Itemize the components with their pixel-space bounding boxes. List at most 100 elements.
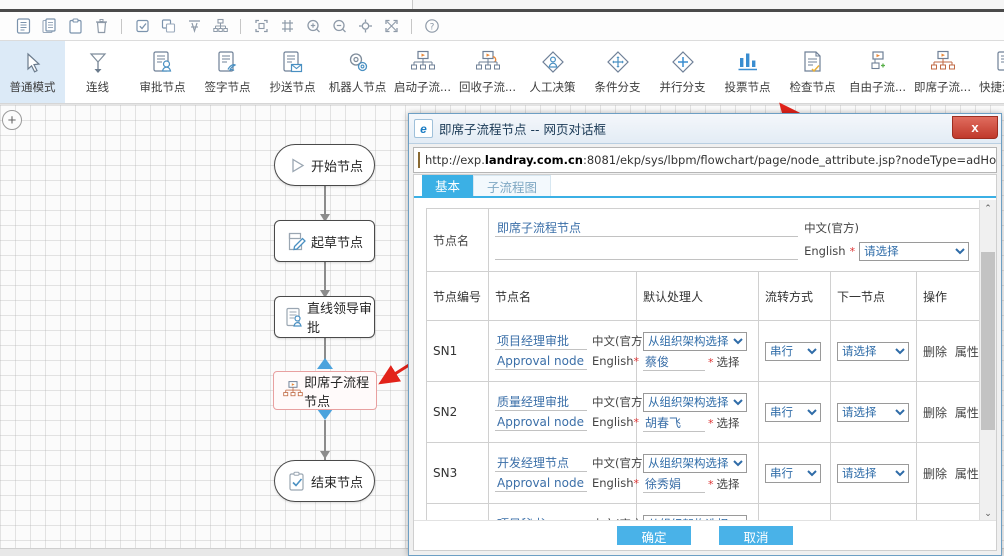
row-name-zh-input[interactable] bbox=[495, 455, 587, 472]
zoom-out-icon[interactable] bbox=[326, 14, 352, 38]
node-name-zh-label: 中文(官方) bbox=[804, 221, 859, 235]
flow-node-leader[interactable]: 直线领导审批 bbox=[274, 296, 375, 338]
ribbon-item-manual-decision[interactable]: 人工决策 bbox=[520, 41, 585, 103]
tab-subflow-diagram[interactable]: 子流程图 bbox=[473, 175, 551, 196]
select-frame-icon[interactable] bbox=[248, 14, 274, 38]
row-delete-button[interactable]: 删除 bbox=[923, 467, 947, 481]
node-name-fields-cell: 中文(官方) English * bbox=[489, 209, 980, 272]
row-handler-source-select[interactable]: 从组织架构选择 bbox=[643, 454, 747, 473]
delete-trash-icon[interactable] bbox=[88, 14, 114, 38]
ribbon-item-label: 快捷添加... bbox=[979, 81, 1004, 94]
row-next-select[interactable]: 请选择 bbox=[837, 464, 909, 483]
row-mode-select[interactable]: 串行 bbox=[765, 403, 821, 422]
cell-node-name: 中文(官方) English * bbox=[489, 382, 637, 443]
cancel-button[interactable]: 取消 bbox=[719, 526, 793, 545]
flow-node-end[interactable]: 结束节点 bbox=[274, 460, 375, 502]
flow-node-adhoc-subflow[interactable]: 即席子流程节点 bbox=[273, 371, 377, 410]
dialog-title-bar[interactable]: e 即席子流程节点 -- 网页对话框 x bbox=[409, 114, 1001, 144]
row-choose-link[interactable]: 选择 bbox=[717, 354, 740, 370]
node-name-language-select[interactable]: 请选择 bbox=[859, 242, 969, 261]
ribbon-item-label: 投票节点 bbox=[725, 81, 771, 94]
cell-mode: 串行 bbox=[759, 321, 831, 382]
node-name-en-input[interactable] bbox=[495, 243, 798, 260]
row-name-en-input[interactable] bbox=[495, 414, 587, 431]
tab-strip-right bbox=[413, 0, 1004, 9]
dialog-tabs: 基本 子流程图 bbox=[414, 175, 996, 198]
table-row: SN2 中文(官方) English * bbox=[427, 382, 980, 443]
row-choose-link[interactable]: 选择 bbox=[717, 415, 740, 431]
address-bar[interactable]: http://exp.landray.com.cn:8081/ekp/sys/l… bbox=[413, 147, 997, 173]
app-root: ? 普通模式 连线 审批节点 bbox=[0, 0, 1004, 556]
dialog-vertical-scrollbar[interactable]: ⌃ ⌄ bbox=[979, 200, 996, 521]
row-name-en-input[interactable] bbox=[495, 353, 587, 370]
ribbon-item-vote-node[interactable]: 投票节点 bbox=[715, 41, 780, 103]
zoom-in-icon[interactable] bbox=[300, 14, 326, 38]
ok-button[interactable]: 确定 bbox=[617, 526, 691, 545]
group-shape-icon[interactable] bbox=[155, 14, 181, 38]
ribbon-item-recycle-subflow[interactable]: 回收子流... bbox=[455, 41, 520, 103]
node-name-zh-input[interactable] bbox=[495, 220, 798, 237]
row-delete-button[interactable]: 删除 bbox=[923, 345, 947, 359]
help-icon[interactable]: ? bbox=[419, 14, 445, 38]
add-node-button[interactable] bbox=[2, 110, 22, 130]
row-handler-person-input[interactable] bbox=[643, 476, 705, 493]
row-mode-select[interactable]: 串行 bbox=[765, 464, 821, 483]
ribbon-item-approval-node[interactable]: 审批节点 bbox=[130, 41, 195, 103]
ribbon-item-start-subflow[interactable]: 启动子流... bbox=[390, 41, 455, 103]
ribbon-item-normal-mode[interactable]: 普通模式 bbox=[0, 41, 65, 103]
row-delete-button[interactable]: 删除 bbox=[923, 406, 947, 420]
tab-basic[interactable]: 基本 bbox=[422, 175, 473, 196]
copy-page-icon[interactable] bbox=[36, 14, 62, 38]
row-next-select[interactable]: 请选择 bbox=[837, 403, 909, 422]
node-name-en-field-wrap bbox=[495, 243, 794, 260]
cell-sn: SN3 bbox=[427, 443, 489, 504]
grid-snap-icon[interactable] bbox=[274, 14, 300, 38]
row-sn-text: SN2 bbox=[433, 405, 457, 419]
condition-branch-icon bbox=[605, 48, 631, 78]
ribbon-item-quick-add[interactable]: 快捷添加... bbox=[975, 41, 1004, 103]
flow-node-start[interactable]: 开始节点 bbox=[274, 144, 375, 186]
row-next-select[interactable]: 请选择 bbox=[837, 342, 909, 361]
row-handler-person-input[interactable] bbox=[643, 354, 705, 371]
ribbon-item-sign-node[interactable]: 签字节点 bbox=[195, 41, 260, 103]
row-mode-select[interactable]: 串行 bbox=[765, 342, 821, 361]
node-name-en-label: English bbox=[804, 244, 846, 258]
ribbon-item-adhoc-subflow[interactable]: 即席子流... bbox=[910, 41, 975, 103]
row-choose-link[interactable]: 选择 bbox=[717, 476, 740, 492]
ribbon-item-robot-node[interactable]: 机器人节点 bbox=[325, 41, 390, 103]
flow-node-label: 开始节点 bbox=[311, 156, 363, 175]
ribbon-item-connector[interactable]: 连线 bbox=[65, 41, 130, 103]
align-icon[interactable] bbox=[181, 14, 207, 38]
row-name-zh-input[interactable] bbox=[495, 333, 587, 350]
arrowhead-end bbox=[320, 451, 330, 459]
check-box-icon[interactable] bbox=[129, 14, 155, 38]
scrollbar-thumb[interactable] bbox=[981, 252, 995, 430]
close-icon[interactable]: x bbox=[952, 116, 998, 139]
ribbon-item-free-subflow[interactable]: 自由子流... bbox=[845, 41, 910, 103]
paste-icon[interactable] bbox=[62, 14, 88, 38]
row-handler-person-input[interactable] bbox=[643, 415, 705, 432]
ribbon-item-check-node[interactable]: 检查节点 bbox=[780, 41, 845, 103]
toolbar-separator-2 bbox=[240, 19, 241, 34]
document-icon[interactable] bbox=[10, 14, 36, 38]
scroll-down-icon[interactable]: ⌄ bbox=[980, 505, 996, 521]
fullscreen-icon[interactable] bbox=[378, 14, 404, 38]
row-handler-source-select[interactable]: 从组织架构选择 bbox=[643, 393, 747, 412]
row-attr-button[interactable]: 属性 bbox=[955, 406, 979, 420]
row-zh-label: 中文(官方) bbox=[592, 455, 647, 471]
fit-center-icon[interactable] bbox=[352, 14, 378, 38]
row-attr-button[interactable]: 属性 bbox=[955, 345, 979, 359]
scroll-up-icon[interactable]: ⌃ bbox=[980, 200, 996, 216]
row-name-en-input[interactable] bbox=[495, 475, 587, 492]
blue-up-arrow bbox=[317, 358, 333, 369]
ribbon-item-cc-node[interactable]: 抄送节点 bbox=[260, 41, 325, 103]
ribbon-item-parallel-branch[interactable]: 并行分支 bbox=[650, 41, 715, 103]
ribbon-item-condition-branch[interactable]: 条件分支 bbox=[585, 41, 650, 103]
row-attr-button[interactable]: 属性 bbox=[955, 467, 979, 481]
row-name-zh-input[interactable] bbox=[495, 394, 587, 411]
tree-layout-icon[interactable] bbox=[207, 14, 233, 38]
row-handler-source-select[interactable]: 从组织架构选择 bbox=[643, 332, 747, 351]
tab-strip-left bbox=[0, 0, 413, 9]
flow-node-draft[interactable]: 起草节点 bbox=[274, 220, 375, 262]
url-prefix: http://exp. bbox=[425, 153, 485, 167]
